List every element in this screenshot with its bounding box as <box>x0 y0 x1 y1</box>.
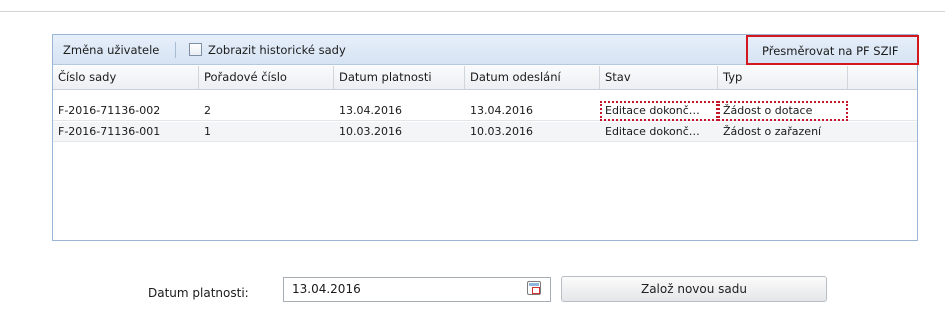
grid-header: Číslo sady Pořadové číslo Datum platnost… <box>53 66 917 90</box>
calendar-icon[interactable] <box>527 281 541 295</box>
cell-type: Žádost o zařazení <box>723 125 822 138</box>
column-header-sent-date[interactable]: Datum odeslání <box>465 66 600 89</box>
column-header-filler <box>848 66 917 89</box>
date-valid-label: Datum platnosti: <box>148 286 249 300</box>
show-history-checkbox[interactable] <box>189 43 202 56</box>
cell-order-number: 2 <box>204 104 211 117</box>
cell-status: Editace dokonč… <box>605 125 700 138</box>
cell-set-number: F-2016-71136-001 <box>58 125 161 138</box>
cell-status: Editace dokonč… <box>600 101 718 121</box>
date-valid-value: 13.04.2016 <box>292 282 361 296</box>
new-set-button[interactable]: Založ novou sadu <box>561 276 827 302</box>
cell-sent-date: 13.04.2016 <box>470 104 533 117</box>
show-history-label[interactable]: Zobrazit historické sady <box>208 42 346 58</box>
column-header-set-number[interactable]: Číslo sady <box>53 66 199 89</box>
column-header-valid-date[interactable]: Datum platnosti <box>334 66 465 89</box>
date-valid-input[interactable]: 13.04.2016 <box>283 277 551 302</box>
table-row[interactable]: F-2016-71136-002 2 13.04.2016 13.04.2016… <box>53 101 917 121</box>
cell-valid-date: 13.04.2016 <box>339 104 402 117</box>
toolbar-separator <box>175 42 176 58</box>
column-header-status[interactable]: Stav <box>600 66 718 89</box>
redirect-button-label: Přesměrovat na PF SZIF <box>762 44 899 58</box>
column-header-type[interactable]: Typ <box>718 66 848 89</box>
panel-toolbar: Změna uživatele Zobrazit historické sady… <box>53 35 919 65</box>
cell-valid-date: 10.03.2016 <box>339 125 402 138</box>
cell-order-number: 1 <box>204 125 211 138</box>
change-user-button[interactable]: Změna uživatele <box>63 42 159 58</box>
cell-type: Žádost o dotace <box>718 101 848 121</box>
column-header-order-number[interactable]: Pořadové číslo <box>199 66 334 89</box>
table-row[interactable]: F-2016-71136-001 1 10.03.2016 10.03.2016… <box>53 122 917 142</box>
redirect-button[interactable]: Přesměrovat na PF SZIF <box>746 35 919 65</box>
cell-set-number: F-2016-71136-002 <box>58 104 161 117</box>
cell-sent-date: 10.03.2016 <box>470 125 533 138</box>
sets-panel: Změna uživatele Zobrazit historické sady… <box>52 34 919 241</box>
top-divider <box>0 11 945 12</box>
